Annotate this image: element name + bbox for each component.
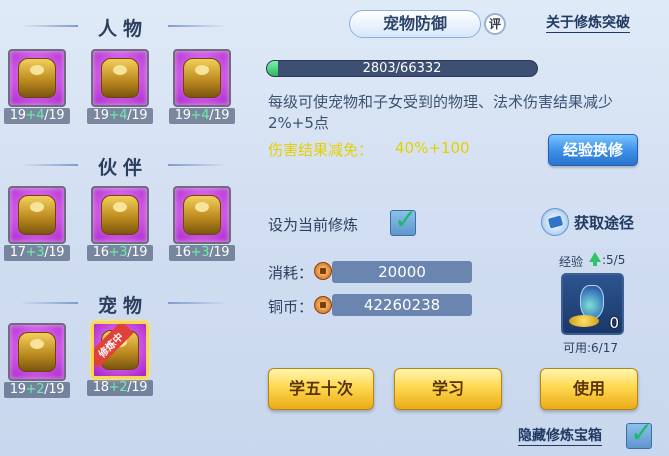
cultivation-slot-character-3[interactable]: 19+4/19 [169,49,235,124]
cultivation-slot-pet-2[interactable]: 修炼中 18+2/19 [87,321,153,396]
section-title-character: 人物 [0,14,246,41]
item-exp-count: :5/5 [602,253,626,267]
beast-gauntlet-icon [183,195,221,235]
cultivation-category-panel: 人物 19+4/19 19+4/19 19+4/19 伙伴 17+3/19 16… [0,0,246,456]
learn-button[interactable]: 学习 [394,368,502,410]
beast-sword-icon [18,195,56,235]
obtain-source-button[interactable]: 获取途径 [541,208,634,236]
section-title-pet: 宠物 [0,291,246,318]
slot-level: 19+2/19 [4,382,70,398]
cost-value: 20000 [332,261,472,283]
effect-description: 每级可使宠物和子女受到的物理、法术伤害结果减少2%+5点 [268,93,614,132]
exp-progress-bar: 2803/66332 [266,60,538,77]
reduction-value: 40%+100 [395,139,470,157]
slot-level: 16+3/19 [87,245,153,261]
armor-figure-icon [18,58,56,98]
cultivation-slot-partner-2[interactable]: 16+3/19 [87,186,153,261]
about-breakthrough-link[interactable]: 关于修炼突破 [546,15,630,33]
ornament-line [20,164,78,166]
cultivation-slot-character-1[interactable]: 19+4/19 [4,49,70,124]
exp-exchange-button[interactable]: 经验换修 [548,134,638,166]
slot-level: 17+3/19 [4,245,70,261]
checkmark-icon: ✓ [630,416,654,449]
slot-level: 19+4/19 [87,108,153,124]
arrow-up-icon-stem [593,261,597,266]
skill-icon [173,49,231,107]
use-button[interactable]: 使用 [540,368,638,410]
coin-icon [314,296,332,314]
exp-progress-text: 2803/66332 [362,61,442,76]
cultivation-potion-item[interactable]: 0 [561,273,624,335]
cost-label: 消耗： [268,264,314,282]
slot-level: 19+4/19 [169,108,235,124]
section-title-partner: 伙伴 [0,153,246,180]
slot-level: 19+4/19 [4,108,70,124]
skill-icon [91,186,149,244]
tab-pet-defense[interactable]: 宠物防御 [349,10,481,38]
skill-icon [173,186,231,244]
ornament-line [168,302,226,304]
item-quantity: 0 [609,314,619,332]
skill-icon: 修炼中 [91,321,149,379]
skill-icon [8,49,66,107]
checkmark-icon: ✓ [394,203,418,236]
slot-level: 16+3/19 [169,245,235,261]
item-usable-count: 可用:6/17 [563,341,618,355]
armor-figure-icon [101,58,139,98]
learn-fifty-button[interactable]: 学五十次 [268,368,374,410]
slot-level: 18+2/19 [87,380,153,396]
cultivation-slot-pet-1[interactable]: 19+2/19 [4,323,70,398]
skill-icon [91,49,149,107]
skill-icon [8,186,66,244]
cultivation-slot-partner-1[interactable]: 17+3/19 [4,186,70,261]
hide-chest-checkbox[interactable]: ✓ [626,418,653,449]
coin-icon [314,262,332,280]
ornament-line [20,25,78,27]
pet-attack-icon [18,332,56,372]
beast-shield-icon [101,195,139,235]
coins-label: 铜币： [268,298,314,316]
ornament-line [20,302,78,304]
book-icon [541,208,569,236]
set-current-checkbox[interactable]: ✓ [390,205,417,236]
skill-icon [8,323,66,381]
ornament-line [168,164,226,166]
ornament-line [168,25,226,27]
cultivation-slot-character-2[interactable]: 19+4/19 [87,49,153,124]
gold-coins-icon [569,315,599,327]
obtain-source-label: 获取途径 [574,213,635,232]
set-current-label: 设为当前修炼 [268,216,359,234]
item-exp-label: 经验 [559,255,584,269]
potion-icon [580,285,604,319]
hide-chest-label: 隐藏修炼宝箱 [518,428,602,446]
reduction-label: 伤害结果减免： [268,141,374,159]
rate-badge[interactable]: 评 [484,13,506,35]
cultivation-slot-partner-3[interactable]: 16+3/19 [169,186,235,261]
coins-value: 42260238 [332,294,472,316]
armor-figure-icon [183,58,221,98]
